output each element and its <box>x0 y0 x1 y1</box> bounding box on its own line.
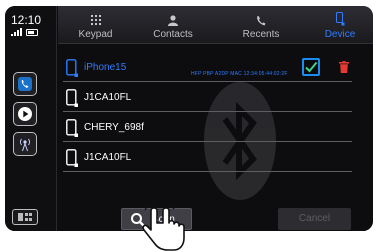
clock: 12:10 <box>11 13 42 27</box>
media-app-button[interactable] <box>13 102 37 126</box>
home-grid-button[interactable] <box>12 209 38 225</box>
radio-tower-icon <box>20 138 30 152</box>
tap-hand-icon <box>142 203 185 251</box>
phone-device-icon <box>66 59 78 77</box>
head-unit-screen: 12:10 Keypad Contacts Recents Device iPh… <box>5 6 373 231</box>
phone-device-icon <box>66 149 78 167</box>
contacts-icon <box>168 15 178 26</box>
phone-device-icon <box>66 119 78 137</box>
device-icon <box>336 12 345 26</box>
grid-icon <box>18 213 32 221</box>
tab-label: Recents <box>242 29 280 40</box>
cancel-button[interactable]: Cancel <box>278 208 351 230</box>
device-name: J1CA10FL <box>84 152 132 163</box>
device-profiles: HFP PBP A2DP MAC 12:34:05:44:02:2F <box>191 71 288 77</box>
left-rail: 12:10 <box>5 6 57 231</box>
tab-label: Contacts <box>153 29 193 40</box>
tab-keypad[interactable]: Keypad <box>63 6 128 44</box>
status-indicators <box>11 28 38 36</box>
tab-contacts[interactable]: Contacts <box>138 6 208 44</box>
phone-app-button[interactable] <box>13 72 37 96</box>
keypad-icon <box>90 15 101 25</box>
phone-device-icon <box>66 89 78 107</box>
signal-icon <box>11 34 13 36</box>
tab-label: Keypad <box>78 29 113 40</box>
tab-bar: Keypad Contacts Recents Device <box>58 6 373 44</box>
tab-device[interactable]: Device <box>310 6 370 44</box>
recents-icon <box>257 16 266 26</box>
device-row[interactable]: CHERY_698f <box>63 114 352 142</box>
device-row[interactable]: J1CA10FL <box>63 84 352 112</box>
device-name: CHERY_698f <box>84 122 144 133</box>
device-list-panel: iPhone15 HFP PBP A2DP MAC 12:34:05:44:02… <box>58 45 373 231</box>
device-name: J1CA10FL <box>84 92 132 103</box>
checkmark-icon <box>305 61 318 73</box>
delete-icon[interactable] <box>339 61 349 73</box>
tab-label: Device <box>324 29 356 40</box>
device-name: iPhone15 <box>84 62 127 73</box>
battery-icon <box>26 29 38 36</box>
device-row[interactable]: J1CA10FL <box>63 144 352 172</box>
radio-app-button[interactable] <box>13 132 37 156</box>
phone-icon <box>18 77 32 91</box>
device-row[interactable]: iPhone15 HFP PBP A2DP MAC 12:34:05:44:02… <box>63 54 352 82</box>
connected-checkbox[interactable] <box>302 58 320 76</box>
play-icon <box>18 107 32 121</box>
tab-recents[interactable]: Recents <box>226 6 296 44</box>
cancel-label: Cancel <box>298 213 331 224</box>
